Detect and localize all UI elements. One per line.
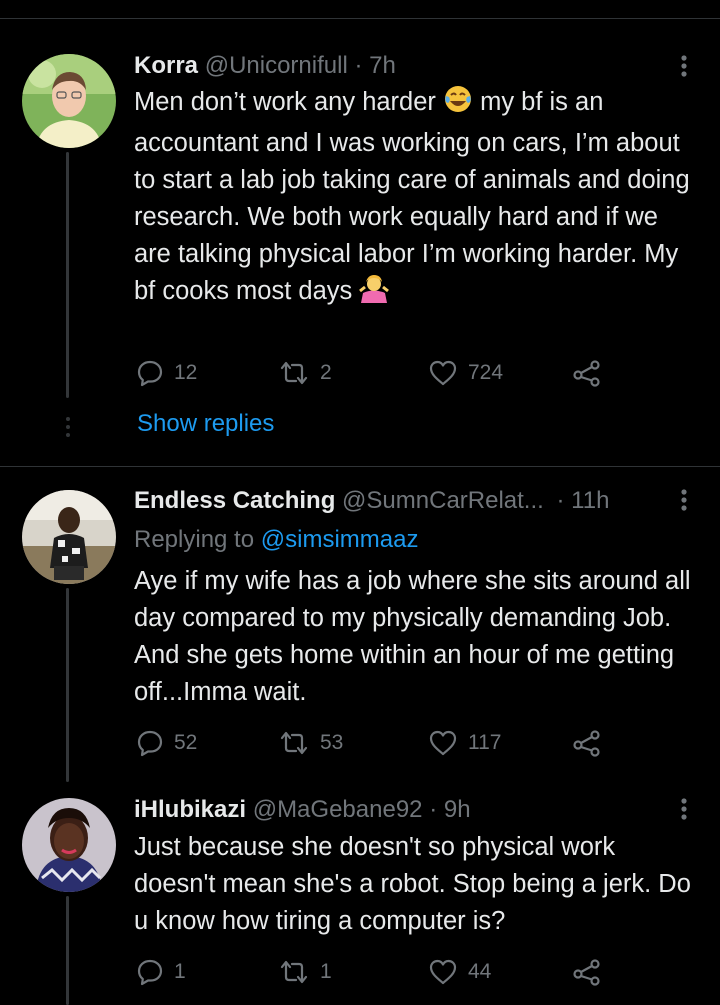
avatar[interactable] [22,54,116,148]
top-divider [0,18,720,19]
like-button[interactable]: 44 [428,957,491,987]
separator: · [429,796,438,823]
retweet-count: 1 [320,960,332,983]
tweet-actions: 12 2 724 [134,358,614,388]
thread-ellipsis-icon [64,416,72,438]
tweet-actions: 1 1 44 [134,957,614,987]
tweet-text-part-2: my bf is an accountant and I was working… [134,88,690,305]
show-replies-link[interactable]: Show replies [137,410,274,438]
tweet-text-part-1: Men don’t work any harder [134,88,443,116]
separator: · [556,487,565,514]
replying-to-handle[interactable]: @simsimmaaz [261,526,419,553]
heart-icon [429,730,457,756]
retweet-count: 53 [320,731,344,754]
reply-icon [137,730,163,757]
retweet-icon [280,361,308,385]
heart-icon [429,959,457,985]
display-name[interactable]: Endless Catching [134,487,335,514]
thread-connector [66,588,69,782]
user-handle[interactable]: @Unicornifull [205,52,348,79]
more-options-icon[interactable] [676,795,692,825]
reply-count: 52 [174,731,198,754]
reply-icon [137,959,163,986]
like-button[interactable]: 724 [428,358,503,388]
retweet-count: 2 [320,361,332,384]
retweet-icon [280,731,308,755]
replying-to-label: Replying to [134,526,261,553]
like-count: 44 [468,960,492,983]
thread-connector [66,152,69,398]
reply-button[interactable]: 1 [136,957,186,987]
avatar[interactable] [22,490,116,584]
more-options-icon[interactable] [676,52,692,82]
tweet-text: Men don’t work any harder my bf is an ac… [134,84,694,314]
more-options-icon[interactable] [676,486,692,516]
reply-button[interactable]: 52 [136,728,197,758]
reply-icon [137,360,163,387]
retweet-icon [280,960,308,984]
display-name[interactable]: iHlubikazi [134,796,246,823]
share-button[interactable] [572,957,602,987]
like-count: 724 [468,361,504,384]
retweet-button[interactable]: 2 [278,358,332,388]
timestamp[interactable]: 7h [369,52,396,79]
share-button[interactable] [572,358,602,388]
like-count: 117 [468,731,502,754]
tweet-text: Aye if my wife has a job where she sits … [134,567,691,706]
share-button[interactable] [572,728,602,758]
replying-to: Replying to @simsimmaaz [134,525,418,555]
tweet-header: Endless Catching @SumnCarRelat... · 11h [134,486,609,516]
separator: · [354,52,363,79]
user-handle[interactable]: @SumnCarRelat... [342,487,544,514]
heart-icon [429,360,457,386]
divider [0,466,720,467]
retweet-button[interactable]: 1 [278,957,332,987]
share-icon [573,730,600,757]
thread-connector [66,896,69,1005]
share-icon [573,360,600,387]
display-name[interactable]: Korra [134,52,198,79]
share-icon [573,959,600,986]
timestamp[interactable]: 11h [571,487,609,514]
like-button[interactable]: 117 [428,728,501,758]
tweet-text: Just because she doesn't so physical wor… [134,833,691,935]
reply-button[interactable]: 12 [136,358,197,388]
reply-count: 1 [174,960,186,983]
user-handle[interactable]: @MaGebane92 [253,796,423,823]
face-with-tears-of-joy-icon [443,84,473,125]
retweet-button[interactable]: 53 [278,728,343,758]
tweet-actions: 52 53 117 [134,728,614,758]
person-shrugging-icon [359,273,390,314]
tweet-header: Korra @Unicornifull · 7h [134,51,396,81]
tweet-header: iHlubikazi @MaGebane92 · 9h [134,795,471,825]
avatar[interactable] [22,798,116,892]
reply-count: 12 [174,361,198,384]
timestamp[interactable]: 9h [444,796,471,823]
